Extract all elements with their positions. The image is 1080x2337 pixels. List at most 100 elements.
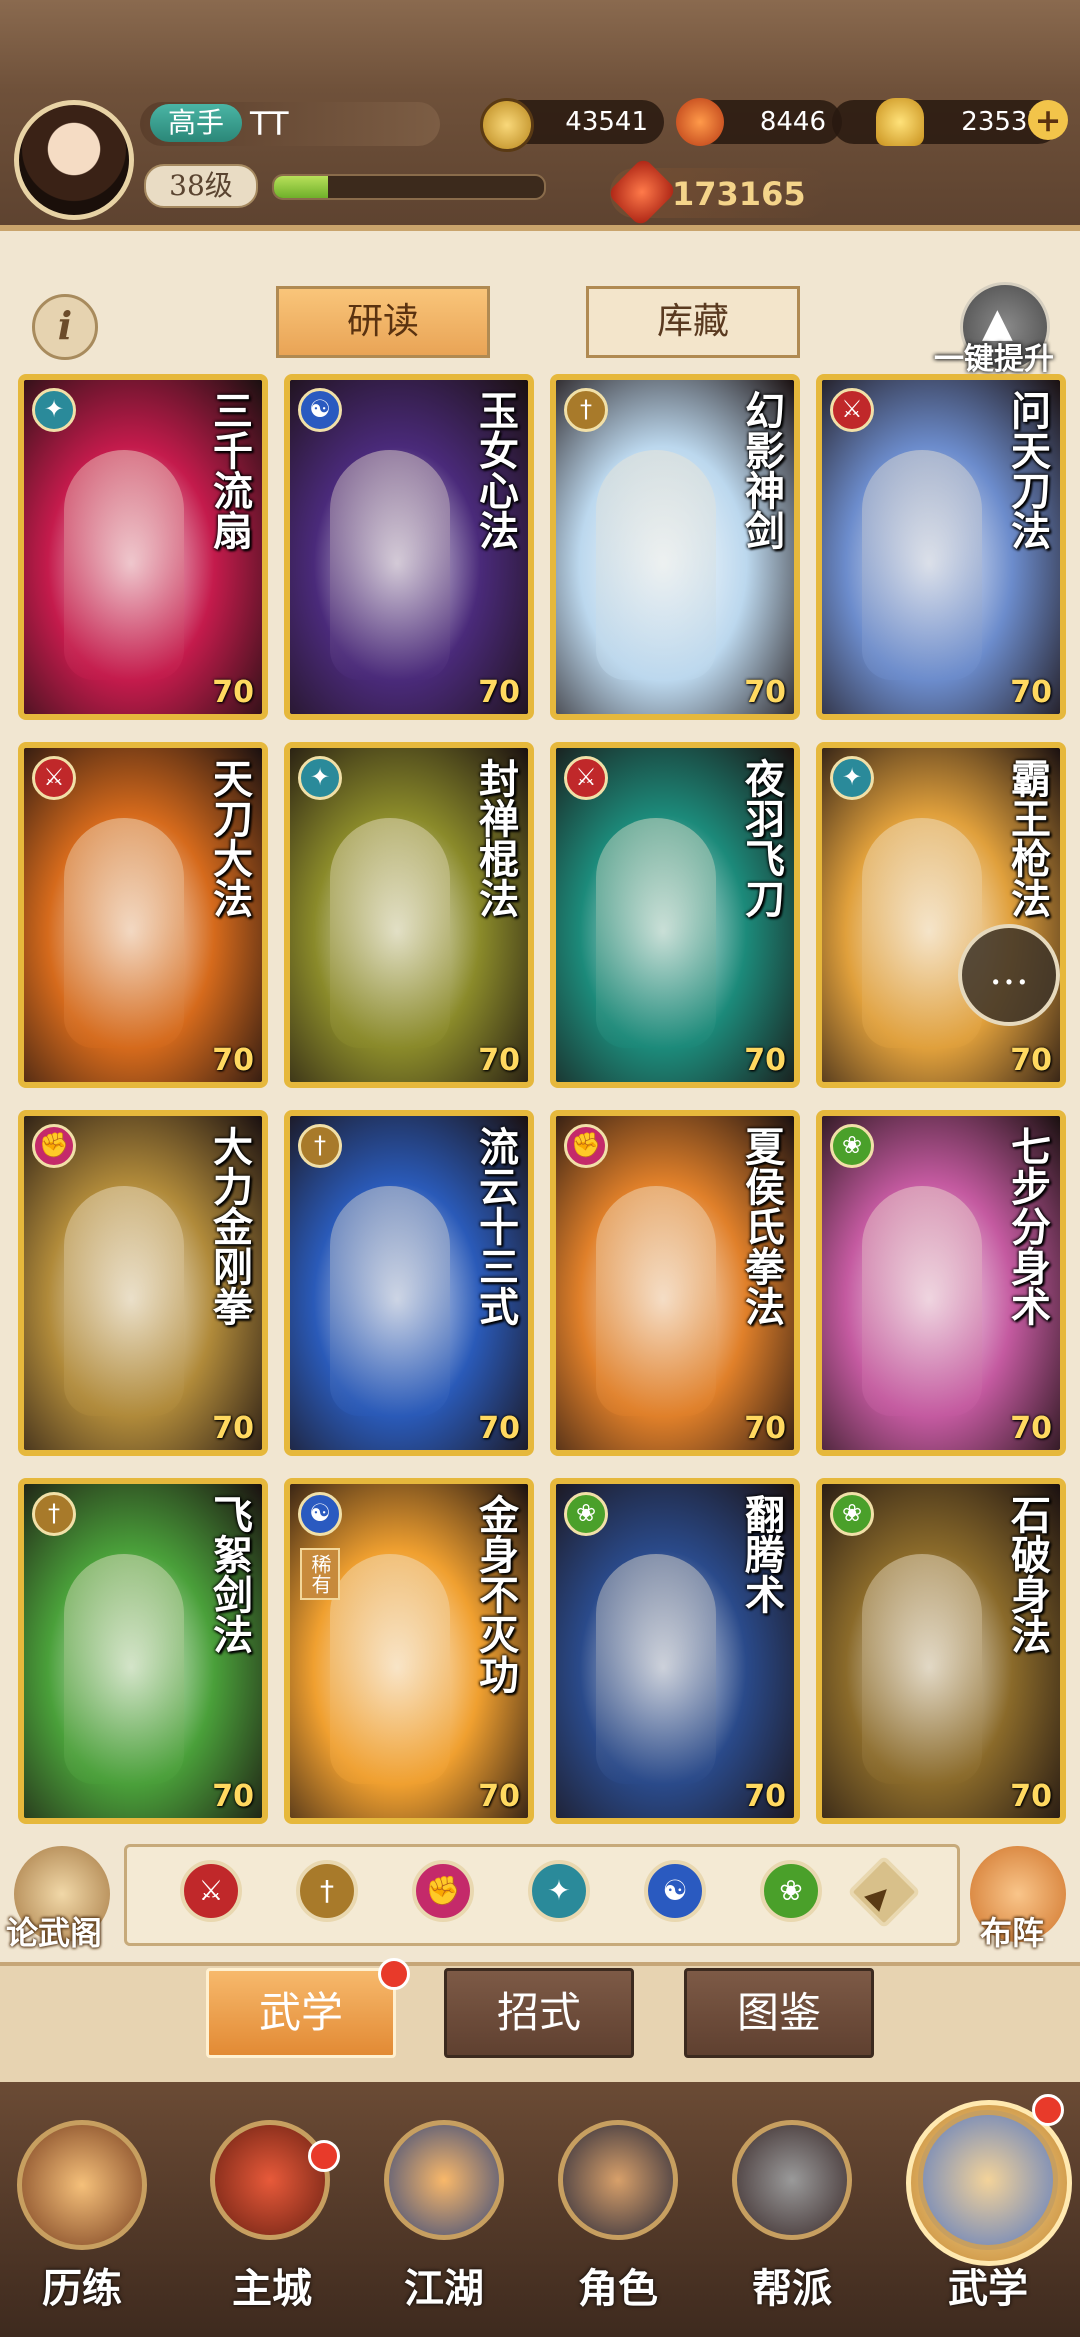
skill-card-title: 天刀大法 — [206, 758, 253, 918]
nav-label-character: 角色 — [578, 2265, 658, 2312]
nav-jianghu[interactable] — [374, 2120, 514, 2240]
skill-card-title: 幻影神剑 — [738, 390, 785, 550]
rare-tag: 稀有 — [300, 1548, 340, 1600]
skill-card[interactable]: ✦ 三千流扇 70 — [18, 374, 268, 720]
fan-icon: ✦ — [830, 756, 874, 800]
player-level: 38级 — [144, 164, 258, 208]
subtab-encyclopedia[interactable]: 图鉴 — [684, 1968, 874, 2058]
skill-card-level: 70 — [478, 1411, 520, 1446]
character-figure — [862, 1554, 982, 1784]
notification-dot — [1032, 2094, 1064, 2126]
sword-icon: † — [564, 388, 608, 432]
blade-icon: ⚔ — [32, 756, 76, 800]
nav-training[interactable] — [12, 2120, 152, 2250]
yin-yang-icon: ☯ — [298, 388, 342, 432]
character-figure — [596, 1186, 716, 1416]
skill-card-title: 夜羽飞刀 — [738, 758, 785, 918]
martial-pavilion-label: 论武阁 — [6, 1914, 103, 1952]
skill-card-title: 大力金刚拳 — [206, 1126, 253, 1326]
tab-study[interactable]: 研读 — [276, 286, 490, 358]
character-figure — [596, 1554, 716, 1784]
skill-card-level: 70 — [212, 1043, 254, 1078]
tab-collection[interactable]: 库藏 — [586, 286, 800, 358]
skill-card-level: 70 — [478, 1779, 520, 1814]
skill-card-title: 霸王枪法 — [1004, 758, 1051, 918]
filter-blade-icon[interactable]: ⚔ — [180, 1860, 242, 1922]
character-figure — [64, 450, 184, 680]
skill-card[interactable]: ⚔ 问天刀法 70 — [816, 374, 1066, 720]
skill-card[interactable]: † 幻影神剑 70 — [550, 374, 800, 720]
coin-icon — [480, 98, 534, 152]
skill-card-level: 70 — [744, 675, 786, 710]
character-figure — [330, 818, 450, 1048]
skill-card-level: 70 — [744, 1411, 786, 1446]
fan-icon: ✦ — [32, 388, 76, 432]
player-avatar[interactable] — [14, 100, 134, 220]
skill-card[interactable]: ❀ 翻腾术 70 — [550, 1478, 800, 1824]
chat-bubble-icon[interactable]: … — [958, 924, 1060, 1026]
combat-power-value: 173165 — [672, 175, 806, 213]
add-currency-icon[interactable]: + — [1028, 100, 1068, 140]
skill-card-title: 金身不灭功 — [472, 1494, 519, 1694]
skill-card-title: 夏侯氏拳法 — [738, 1126, 785, 1326]
formation-label: 布阵 — [980, 1914, 1045, 1952]
filter-fan-icon[interactable]: ✦ — [528, 1860, 590, 1922]
character-figure — [862, 450, 982, 680]
ore-icon — [676, 98, 724, 146]
subtab-martial-arts[interactable]: 武学 — [206, 1968, 396, 2058]
skill-card[interactable]: † 飞絮剑法 70 — [18, 1478, 268, 1824]
character-figure — [330, 1554, 450, 1784]
skill-card-title: 封禅棍法 — [472, 758, 519, 918]
subtab-moves[interactable]: 招式 — [444, 1968, 634, 2058]
skill-card-level: 70 — [212, 1411, 254, 1446]
skill-card[interactable]: ⚔ 夜羽飞刀 70 — [550, 742, 800, 1088]
sword-icon: † — [32, 1492, 76, 1536]
filter-fist-icon[interactable]: ✊ — [412, 1860, 474, 1922]
skill-card[interactable]: ✊ 大力金刚拳 70 — [18, 1110, 268, 1456]
skill-card-title: 三千流扇 — [206, 390, 253, 550]
skill-card-level: 70 — [478, 1043, 520, 1078]
fan-icon: ✦ — [298, 756, 342, 800]
skill-card[interactable]: ❀ 七步分身术 70 — [816, 1110, 1066, 1456]
skill-card-level: 70 — [478, 675, 520, 710]
blade-icon: ⚔ — [830, 388, 874, 432]
skill-card-level: 70 — [1010, 1411, 1052, 1446]
character-figure — [64, 1186, 184, 1416]
skill-card-title: 石破身法 — [1004, 1494, 1051, 1654]
blade-icon: ⚔ — [564, 756, 608, 800]
upgrade-all-label: 一键提升 — [934, 342, 1054, 377]
skill-card-title: 翻腾术 — [738, 1494, 785, 1614]
notification-dot — [378, 1958, 410, 1990]
nav-character[interactable] — [548, 2120, 688, 2240]
xp-progress-fill — [274, 176, 328, 198]
nav-main-city[interactable] — [200, 2120, 340, 2240]
skill-card-level: 70 — [1010, 675, 1052, 710]
skill-card[interactable]: ✊ 夏侯氏拳法 70 — [550, 1110, 800, 1456]
fist-icon: ✊ — [564, 1124, 608, 1168]
skill-card[interactable]: ✦ 封禅棍法 70 — [284, 742, 534, 1088]
skill-card[interactable]: ✦ 霸王枪法 70 — [816, 742, 1066, 1088]
skill-card-title: 玉女心法 — [472, 390, 519, 550]
ingot-counter: 23537 — [832, 100, 1060, 144]
info-button[interactable]: i — [32, 294, 98, 360]
skill-card[interactable]: ☯ 金身不灭功 稀有 70 — [284, 1478, 534, 1824]
leaf-icon: ❀ — [830, 1492, 874, 1536]
skill-card[interactable]: ☯ 玉女心法 70 — [284, 374, 534, 720]
nav-martial-arts[interactable] — [918, 2110, 1058, 2250]
skill-card[interactable]: ❀ 石破身法 70 — [816, 1478, 1066, 1824]
skill-card-level: 70 — [212, 675, 254, 710]
player-rank-badge: 高手 — [150, 104, 243, 142]
filter-sword-icon[interactable]: † — [296, 1860, 358, 1922]
character-figure — [64, 818, 184, 1048]
skill-card-level: 70 — [212, 1779, 254, 1814]
filter-leaf-icon[interactable]: ❀ — [760, 1860, 822, 1922]
skill-card-title: 流云十三式 — [472, 1126, 519, 1326]
skill-card[interactable]: ⚔ 天刀大法 70 — [18, 742, 268, 1088]
character-figure — [862, 1186, 982, 1416]
filter-yin-yang-icon[interactable]: ☯ — [644, 1860, 706, 1922]
skill-card-title: 问天刀法 — [1004, 390, 1051, 550]
nav-guild[interactable] — [722, 2120, 862, 2240]
character-figure — [330, 450, 450, 680]
skill-card[interactable]: † 流云十三式 70 — [284, 1110, 534, 1456]
character-figure — [330, 1186, 450, 1416]
